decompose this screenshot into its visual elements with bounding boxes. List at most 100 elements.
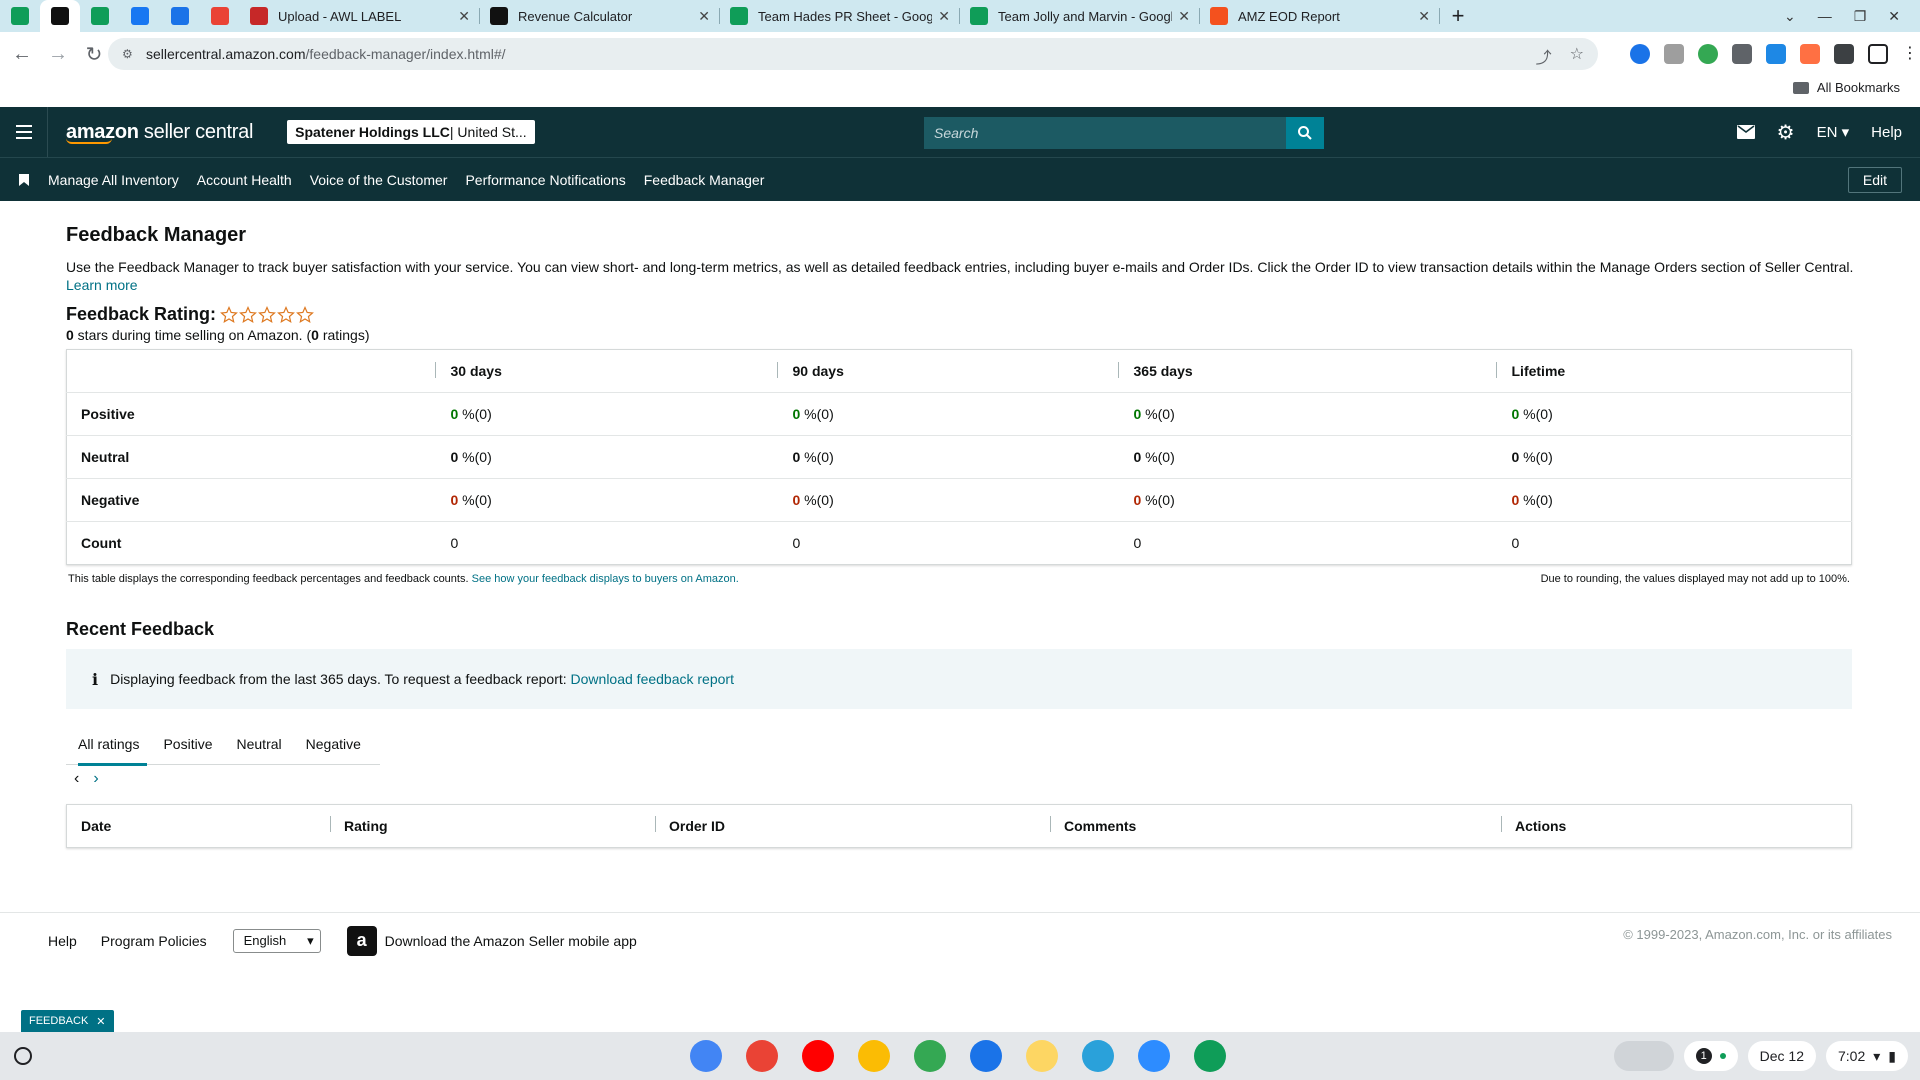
extension-1-icon[interactable] bbox=[1630, 44, 1650, 64]
sheets-icon[interactable] bbox=[1194, 1040, 1226, 1072]
language-selector[interactable]: EN ▾ bbox=[1817, 123, 1850, 141]
drive-icon[interactable] bbox=[858, 1040, 890, 1072]
help-link[interactable]: Help bbox=[1871, 124, 1902, 141]
nav-feedback-manager[interactable]: Feedback Manager bbox=[644, 172, 765, 188]
browser-tab[interactable]: Upload - AWL LABEL ✕ bbox=[240, 0, 480, 32]
search-icon bbox=[1298, 126, 1312, 140]
info-alert: i Displaying feedback from the last 365 … bbox=[66, 649, 1852, 709]
download-feedback-report-link[interactable]: Download feedback report bbox=[571, 671, 734, 687]
learn-more-link[interactable]: Learn more bbox=[66, 277, 138, 293]
tab-negative[interactable]: Negative bbox=[294, 723, 373, 765]
tab-close-icon[interactable]: ✕ bbox=[698, 8, 710, 25]
settings-icon bbox=[171, 7, 189, 25]
nav-performance-notifications[interactable]: Performance Notifications bbox=[465, 172, 625, 188]
side-panel-icon[interactable] bbox=[1868, 44, 1888, 64]
extension-5-icon[interactable] bbox=[1766, 44, 1786, 64]
account-switcher[interactable]: Spatener Holdings LLC | United St... bbox=[287, 120, 535, 144]
seller-central-logo[interactable]: amazon seller central bbox=[66, 121, 253, 144]
mail-icon[interactable] bbox=[1736, 125, 1755, 139]
nav-account-health[interactable]: Account Health bbox=[197, 172, 292, 188]
tab-all-ratings[interactable]: All ratings bbox=[66, 723, 151, 766]
tab-close-icon[interactable]: ✕ bbox=[1418, 8, 1430, 25]
extension-4-icon[interactable] bbox=[1732, 44, 1752, 64]
nav-manage-all-inventory[interactable]: Manage All Inventory bbox=[48, 172, 179, 188]
notification-tray[interactable]: 1 bbox=[1683, 1041, 1738, 1071]
tab-close-icon[interactable]: ✕ bbox=[458, 8, 470, 25]
settings-gear-icon[interactable]: ⚙ bbox=[1777, 120, 1795, 145]
percent-suffix: %(0) bbox=[1519, 449, 1553, 465]
date-display[interactable]: Dec 12 bbox=[1747, 1041, 1816, 1071]
all-bookmarks[interactable]: All Bookmarks bbox=[1792, 80, 1900, 95]
extension-2-icon[interactable] bbox=[1664, 44, 1684, 64]
pinned-tab-amazon-icon[interactable] bbox=[40, 0, 80, 32]
address-bar[interactable]: ⚙ sellercentral.amazon.com/feedback-mana… bbox=[108, 38, 1598, 70]
close-icon[interactable]: ✕ bbox=[96, 1015, 105, 1028]
column-rating[interactable]: Rating bbox=[330, 804, 655, 848]
pinned-tab-sheets-icon[interactable] bbox=[0, 0, 40, 32]
next-page-icon[interactable]: › bbox=[93, 770, 98, 788]
menu-icon[interactable] bbox=[0, 107, 48, 157]
column-comments[interactable]: Comments bbox=[1050, 804, 1501, 848]
zoom-icon[interactable] bbox=[1138, 1040, 1170, 1072]
restore-icon[interactable]: ❐ bbox=[1854, 8, 1867, 25]
nav-voice-of-the-customer[interactable]: Voice of the Customer bbox=[310, 172, 448, 188]
close-window-icon[interactable]: ✕ bbox=[1888, 8, 1900, 25]
site-info-icon[interactable]: ⚙ bbox=[122, 47, 136, 61]
edit-nav-button[interactable]: Edit bbox=[1847, 167, 1902, 193]
notes-icon[interactable] bbox=[1026, 1040, 1058, 1072]
search-input[interactable] bbox=[924, 117, 1286, 149]
footer-program-policies-link[interactable]: Program Policies bbox=[101, 933, 207, 949]
chrome-icon[interactable] bbox=[690, 1040, 722, 1072]
extensions-puzzle-icon[interactable] bbox=[1834, 44, 1854, 64]
browser-tab[interactable]: Team Jolly and Marvin - Google ✕ bbox=[960, 0, 1200, 32]
footer-help-link[interactable]: Help bbox=[48, 933, 77, 949]
tab-neutral[interactable]: Neutral bbox=[225, 723, 294, 765]
table-header-blank bbox=[66, 349, 435, 393]
tab-close-icon[interactable]: ✕ bbox=[1178, 8, 1190, 25]
tab-search-icon[interactable]: ⌄ bbox=[1784, 8, 1796, 25]
feedback-badge[interactable]: FEEDBACK ✕ bbox=[21, 1010, 114, 1032]
back-icon[interactable]: ← bbox=[4, 43, 40, 66]
column-date[interactable]: Date bbox=[67, 804, 330, 848]
pinned-tab-facebook-icon[interactable] bbox=[120, 0, 160, 32]
minimize-icon[interactable]: — bbox=[1818, 8, 1832, 24]
forward-icon[interactable]: → bbox=[40, 43, 76, 66]
rating-summary: 0 stars during time selling on Amazon. (… bbox=[66, 327, 370, 343]
new-tab-button[interactable]: + bbox=[1440, 0, 1476, 32]
prev-page-icon[interactable]: ‹ bbox=[74, 770, 79, 788]
quick-settings[interactable]: 7:02 ▾ ▮ bbox=[1826, 1041, 1908, 1071]
launcher-icon[interactable] bbox=[14, 1047, 32, 1065]
see-feedback-display-link[interactable]: See how your feedback displays to buyers… bbox=[472, 573, 739, 585]
youtube-icon[interactable] bbox=[802, 1040, 834, 1072]
pinned-tab-extension-icon[interactable] bbox=[80, 0, 120, 32]
all-bookmarks-label: All Bookmarks bbox=[1816, 80, 1900, 95]
tab-positive[interactable]: Positive bbox=[151, 723, 224, 765]
share-icon[interactable]: ⤴ bbox=[1536, 44, 1552, 68]
reload-icon[interactable]: ↻ bbox=[76, 42, 112, 67]
extension-6-icon[interactable] bbox=[1800, 44, 1820, 64]
pinned-tab-gmail-icon[interactable] bbox=[200, 0, 240, 32]
copyright: © 1999-2023, Amazon.com, Inc. or its aff… bbox=[1623, 927, 1892, 942]
files-icon[interactable] bbox=[970, 1040, 1002, 1072]
search-button[interactable] bbox=[1286, 117, 1324, 149]
phone-hub[interactable] bbox=[1613, 1041, 1674, 1071]
bookmark-icon[interactable] bbox=[0, 173, 48, 186]
bookmark-star-icon[interactable]: ☆ bbox=[1570, 44, 1584, 68]
browser-menu-icon[interactable]: ⋮ bbox=[1902, 44, 1918, 64]
tab-close-icon[interactable]: ✕ bbox=[938, 8, 950, 25]
browser-tab[interactable]: AMZ EOD Report ✕ bbox=[1200, 0, 1440, 32]
recent-feedback-table: Date Rating Order ID Comments Actions bbox=[66, 804, 1852, 848]
column-order-id[interactable]: Order ID bbox=[655, 804, 1050, 848]
footer-language-select[interactable]: English ▾ bbox=[232, 928, 321, 953]
play-store-icon[interactable] bbox=[914, 1040, 946, 1072]
telegram-icon[interactable] bbox=[1082, 1040, 1114, 1072]
column-actions[interactable]: Actions bbox=[1501, 804, 1801, 848]
download-app-link[interactable]: a Download the Amazon Seller mobile app bbox=[346, 925, 637, 956]
status-tray: 1 Dec 12 7:02 ▾ ▮ bbox=[1613, 1041, 1908, 1071]
browser-tab[interactable]: Team Hades PR Sheet - Google ✕ bbox=[720, 0, 960, 32]
gmail-icon[interactable] bbox=[746, 1040, 778, 1072]
table-notes: This table displays the corresponding fe… bbox=[66, 573, 1852, 585]
browser-tab[interactable]: Revenue Calculator ✕ bbox=[480, 0, 720, 32]
extension-3-icon[interactable] bbox=[1698, 44, 1718, 64]
pinned-tab-settings-icon[interactable] bbox=[160, 0, 200, 32]
